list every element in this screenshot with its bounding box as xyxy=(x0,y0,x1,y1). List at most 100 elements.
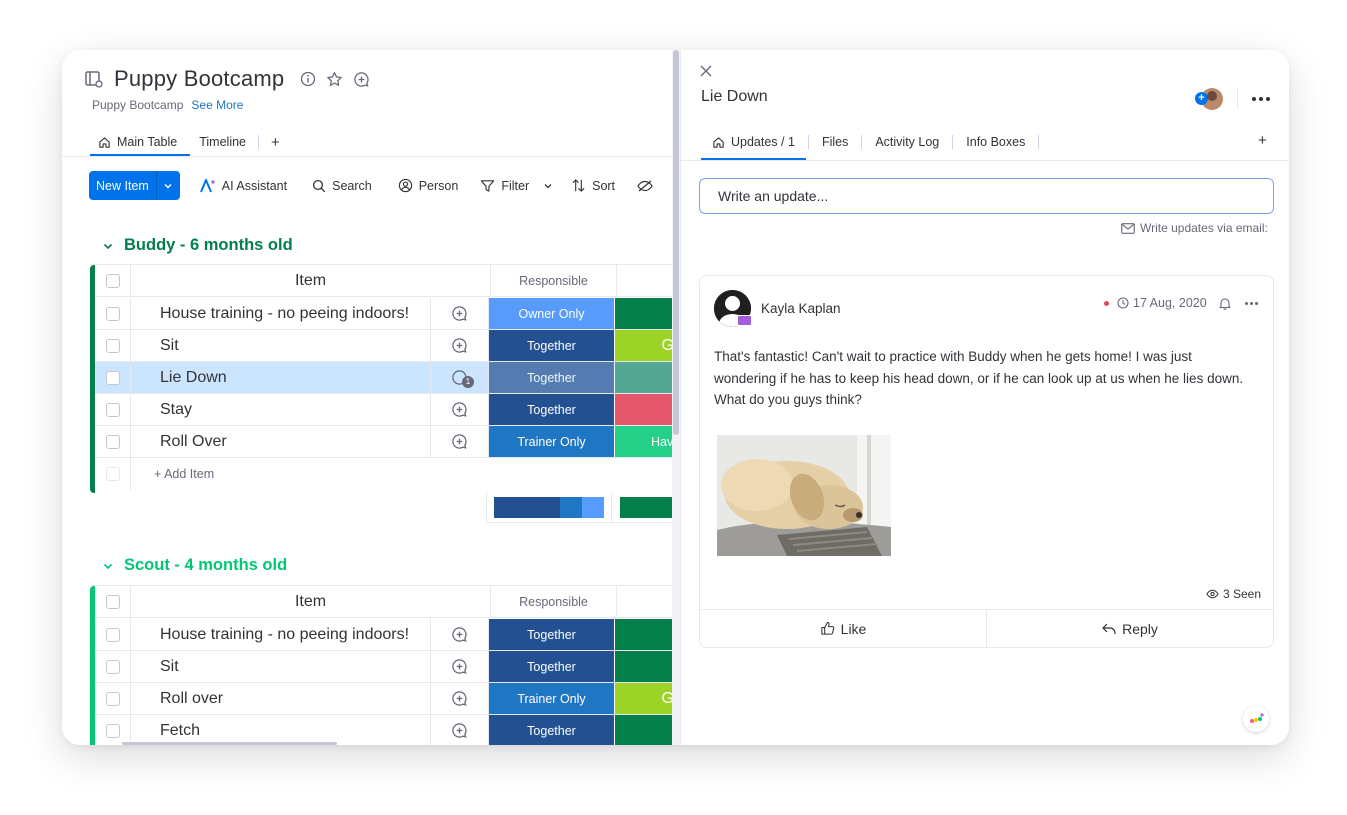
responsible-cell[interactable]: Together xyxy=(489,715,615,745)
status-cell[interactable] xyxy=(615,651,672,682)
table-row[interactable]: Fetch Together xyxy=(95,715,672,745)
row-checkbox[interactable] xyxy=(95,330,131,361)
tab-activity-log[interactable]: Activity Log xyxy=(862,135,952,149)
subscribers-avatar[interactable]: + xyxy=(1195,88,1223,110)
table-row[interactable]: House training - no peeing indoors! Toge… xyxy=(95,619,672,651)
vertical-scrollbar[interactable] xyxy=(672,50,680,745)
horizontal-scrollbar[interactable] xyxy=(122,742,337,745)
star-icon[interactable] xyxy=(326,71,343,88)
row-checkbox[interactable] xyxy=(95,362,131,393)
item-name[interactable]: House training - no peeing indoors! xyxy=(131,298,431,329)
add-item-row[interactable]: + Add Item xyxy=(95,458,214,490)
item-column-header[interactable]: Item xyxy=(131,586,491,617)
item-title[interactable]: Lie Down xyxy=(701,88,768,106)
sort-button[interactable]: Sort xyxy=(571,178,615,193)
filter-button[interactable]: Filter xyxy=(480,179,553,193)
add-subscriber-icon[interactable]: + xyxy=(1195,92,1208,105)
info-icon[interactable] xyxy=(300,71,316,87)
responsible-cell[interactable]: Together xyxy=(489,394,615,425)
author-avatar[interactable] xyxy=(714,290,752,327)
row-checkbox[interactable] xyxy=(95,619,131,650)
status-cell[interactable] xyxy=(615,619,672,650)
chat-plus-icon[interactable] xyxy=(353,71,370,88)
item-name[interactable]: Fetch xyxy=(131,715,431,745)
puppy-photo[interactable] xyxy=(717,435,891,556)
more-options-icon[interactable] xyxy=(1252,97,1270,101)
item-column-header[interactable]: Item xyxy=(131,265,491,296)
status-cell[interactable]: Have xyxy=(615,426,672,457)
status-column-header[interactable] xyxy=(617,265,672,296)
add-update-button[interactable] xyxy=(431,619,489,650)
add-update-button[interactable] xyxy=(431,426,489,457)
add-update-button[interactable] xyxy=(431,683,489,714)
item-name[interactable]: House training - no peeing indoors! xyxy=(131,619,431,650)
row-checkbox[interactable] xyxy=(95,298,131,329)
board-title[interactable]: Puppy Bootcamp xyxy=(114,66,284,92)
select-all-checkbox[interactable] xyxy=(95,265,131,296)
status-cell[interactable] xyxy=(615,298,672,329)
open-updates-button[interactable]: 1 xyxy=(431,362,489,393)
board-share-icon[interactable] xyxy=(84,69,104,89)
row-checkbox[interactable] xyxy=(95,651,131,682)
responsible-cell[interactable]: Trainer Only xyxy=(489,426,615,457)
chevron-down-icon[interactable] xyxy=(102,240,114,252)
tab-updates[interactable]: Updates / 1 xyxy=(699,135,808,149)
status-cell[interactable]: G xyxy=(615,683,672,714)
select-all-checkbox[interactable] xyxy=(95,586,131,617)
chevron-down-icon[interactable] xyxy=(155,171,180,200)
table-row[interactable]: Sit Together xyxy=(95,651,672,683)
row-checkbox[interactable] xyxy=(95,426,131,457)
seen-count[interactable]: 3 Seen xyxy=(1206,587,1261,601)
tab-info-boxes[interactable]: Info Boxes xyxy=(953,135,1038,149)
responsible-cell[interactable]: Together xyxy=(489,330,615,361)
monday-ai-fab[interactable] xyxy=(1243,706,1269,732)
tab-main-table[interactable]: Main Table xyxy=(90,128,185,156)
new-item-button[interactable]: New Item xyxy=(89,171,180,200)
row-checkbox[interactable] xyxy=(95,715,131,745)
responsible-cell[interactable]: Together xyxy=(489,362,615,393)
search-button[interactable]: Search xyxy=(312,179,372,193)
add-update-button[interactable] xyxy=(431,298,489,329)
bell-icon[interactable] xyxy=(1219,297,1231,310)
item-name[interactable]: Sit xyxy=(131,330,431,361)
email-updates-link[interactable]: Write updates via email: xyxy=(1121,221,1268,235)
table-row-selected[interactable]: Lie Down 1 Together xyxy=(95,362,672,394)
responsible-column-header[interactable]: Responsible xyxy=(491,586,617,617)
more-options-icon[interactable] xyxy=(1244,301,1258,305)
item-name[interactable]: Roll Over xyxy=(131,426,431,457)
row-checkbox[interactable] xyxy=(95,683,131,714)
responsible-cell[interactable]: Trainer Only xyxy=(489,683,615,714)
chevron-down-icon[interactable] xyxy=(543,181,553,191)
table-row[interactable]: House training - no peeing indoors! Owne… xyxy=(95,298,672,330)
table-row[interactable]: Roll Over Trainer Only Have xyxy=(95,426,672,458)
item-name[interactable]: Stay xyxy=(131,394,431,425)
group-title-scout[interactable]: Scout - 4 months old xyxy=(102,556,287,575)
status-cell[interactable] xyxy=(615,394,672,425)
table-row[interactable]: Sit Together G xyxy=(95,330,672,362)
responsible-cell[interactable]: Together xyxy=(489,651,615,682)
responsible-cell[interactable]: Owner Only xyxy=(489,298,615,329)
tab-timeline[interactable]: Timeline xyxy=(191,128,254,156)
author-name[interactable]: Kayla Kaplan xyxy=(761,301,841,316)
tab-files[interactable]: Files xyxy=(809,135,861,149)
add-view-button[interactable]: + xyxy=(263,128,288,156)
add-update-button[interactable] xyxy=(431,651,489,682)
close-icon[interactable] xyxy=(699,64,713,83)
table-row[interactable]: Roll over Trainer Only G xyxy=(95,683,672,715)
add-item-button[interactable]: + Add Item xyxy=(131,467,214,481)
group-title-buddy[interactable]: Buddy - 6 months old xyxy=(102,236,293,255)
row-checkbox[interactable] xyxy=(95,394,131,425)
person-filter-button[interactable]: Person xyxy=(398,178,458,193)
see-more-link[interactable]: See More xyxy=(191,98,243,112)
responsible-cell[interactable]: Together xyxy=(489,619,615,650)
add-update-button[interactable] xyxy=(431,330,489,361)
add-update-button[interactable] xyxy=(431,715,489,745)
status-cell[interactable]: G xyxy=(615,330,672,361)
status-cell[interactable] xyxy=(615,715,672,745)
status-column-header[interactable] xyxy=(617,586,672,617)
chevron-down-icon[interactable] xyxy=(102,560,114,572)
table-row[interactable]: Stay Together xyxy=(95,394,672,426)
responsible-column-header[interactable]: Responsible xyxy=(491,265,617,296)
write-update-input[interactable]: Write an update... xyxy=(699,178,1274,214)
item-name[interactable]: Lie Down xyxy=(131,362,431,393)
